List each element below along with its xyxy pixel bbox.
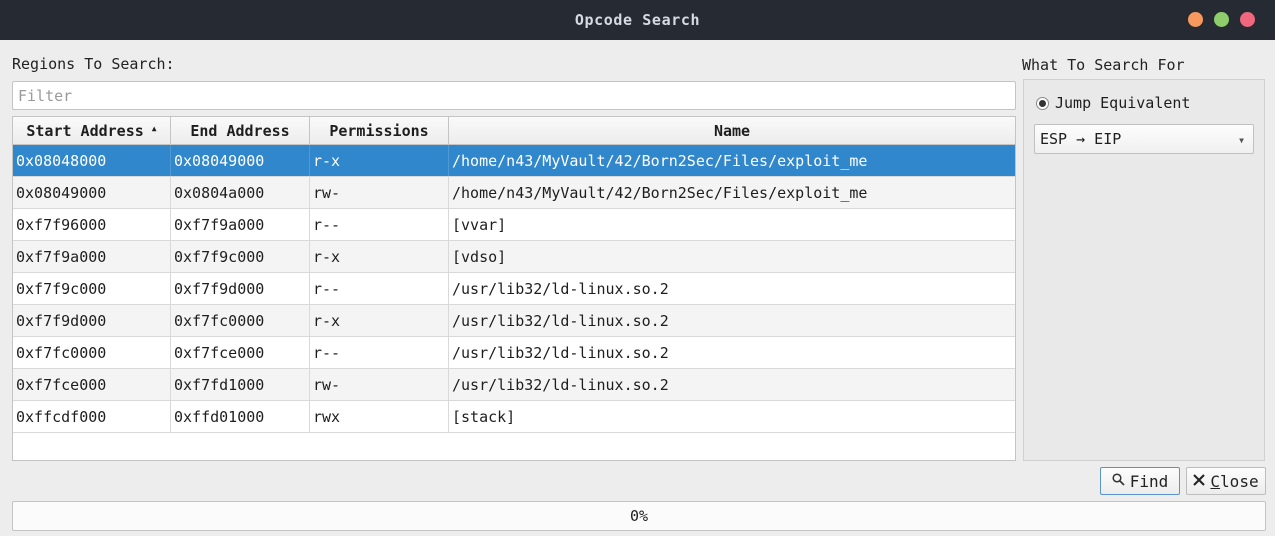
find-button[interactable]: Find — [1100, 467, 1180, 495]
permissions-cell: rw- — [310, 177, 449, 208]
name-cell: [vvar] — [452, 215, 507, 234]
close-icon — [1193, 472, 1206, 490]
progress-bar: 0% — [12, 501, 1266, 531]
window-title: Opcode Search — [574, 11, 701, 29]
end-address-cell: 0x08049000 — [171, 145, 310, 176]
search-icon — [1112, 472, 1125, 490]
table-row[interactable]: 0x08049000 0x0804a000 rw-/home/n43/MyVault… — [13, 177, 1015, 209]
start-address-cell: 0xf7fce000 — [13, 369, 171, 400]
start-address-cell: 0x08048000 — [13, 145, 171, 176]
filter-input[interactable] — [12, 81, 1016, 110]
table-body: 0x08048000 0x08049000 r-x/home/n43/MyVault… — [13, 145, 1015, 433]
permissions-cell: r-- — [310, 209, 449, 240]
permissions-cell: r-x — [310, 241, 449, 272]
radio-checked-indicator — [1039, 99, 1046, 107]
permissions-cell: r-- — [310, 337, 449, 368]
table-row[interactable]: 0xf7fce000 0xf7fd1000 rw-/usr/lib32/ld-lin… — [13, 369, 1015, 401]
permissions-cell: rw- — [310, 369, 449, 400]
end-address-cell: 0x0804a000 — [171, 177, 310, 208]
minimize-button[interactable] — [1188, 12, 1203, 27]
column-header-end-address[interactable]: End Address — [171, 117, 310, 144]
name-cell: /home/n43/MyVault/42/Born2Sec/Files/expl… — [452, 151, 868, 170]
name-cell: [stack] — [452, 407, 516, 426]
chevron-down-icon: ▼ — [1239, 136, 1244, 145]
table-row[interactable]: 0x08048000 0x08049000 r-x/home/n43/MyVault… — [13, 145, 1015, 177]
jump-equivalent-option[interactable]: Jump Equivalent — [1036, 94, 1190, 112]
table-row[interactable]: 0xf7f96000 0xf7f9a000 r-- [vvar] — [13, 209, 1015, 241]
search-for-label: What To Search For — [1022, 56, 1185, 74]
end-address-cell: 0xf7fc0000 — [171, 305, 310, 336]
close-window-button[interactable] — [1240, 12, 1255, 27]
register-combo[interactable]: ESP → EIP ▼ — [1034, 124, 1254, 154]
column-header-permissions[interactable]: Permissions — [310, 117, 449, 144]
start-address-cell: 0xf7f9c000 — [13, 273, 171, 304]
permissions-cell: rwx — [310, 401, 449, 432]
sort-ascending-icon: ▲ — [151, 124, 157, 133]
start-address-cell: 0xf7fc0000 — [13, 337, 171, 368]
name-cell: /home/n43/MyVault/42/Born2Sec/Files/expl… — [452, 183, 868, 202]
regions-label: Regions To Search: — [12, 55, 175, 73]
start-address-cell: 0xf7f96000 — [13, 209, 171, 240]
title-bar: Opcode Search — [0, 0, 1275, 40]
start-address-cell: 0xffcdf000 — [13, 401, 171, 432]
maximize-button[interactable] — [1214, 12, 1229, 27]
start-address-cell: 0xf7f9d000 — [13, 305, 171, 336]
name-cell: /usr/lib32/ld-linux.so.2 — [452, 279, 669, 298]
jump-equivalent-radio[interactable] — [1036, 96, 1049, 110]
close-button[interactable]: Close — [1186, 467, 1266, 495]
start-address-cell: 0x08049000 — [13, 177, 171, 208]
table-row[interactable]: 0xf7fc0000 0xf7fce000 r--/usr/lib32/ld-lin… — [13, 337, 1015, 369]
name-cell: [vdso] — [452, 247, 507, 266]
window-controls — [1188, 12, 1255, 27]
permissions-cell: r-- — [310, 273, 449, 304]
end-address-cell: 0xf7fce000 — [171, 337, 310, 368]
close-label: Close — [1210, 471, 1259, 491]
end-address-cell: 0xf7f9a000 — [171, 209, 310, 240]
table-header: Start Address ▲ End Address Permissions … — [13, 117, 1015, 145]
find-label: Find — [1129, 471, 1169, 491]
end-address-cell: 0xf7f9d000 — [171, 273, 310, 304]
end-address-cell: 0xf7f9c000 — [171, 241, 310, 272]
regions-table[interactable]: Start Address ▲ End Address Permissions … — [12, 116, 1016, 461]
register-combo-value: ESP → EIP — [1040, 130, 1122, 148]
permissions-cell: r-x — [310, 145, 449, 176]
table-row[interactable]: 0xf7f9d000 0xf7fc0000 r-x/usr/lib32/ld-lin… — [13, 305, 1015, 337]
progress-text: 0% — [629, 507, 649, 525]
end-address-cell: 0xf7fd1000 — [171, 369, 310, 400]
name-cell: /usr/lib32/ld-linux.so.2 — [452, 311, 669, 330]
search-options-panel: Jump Equivalent ESP → EIP ▼ — [1023, 79, 1265, 461]
column-header-name[interactable]: Name — [449, 117, 1015, 144]
column-header-start-address[interactable]: Start Address ▲ — [13, 117, 171, 144]
jump-equivalent-label: Jump Equivalent — [1055, 94, 1191, 112]
permissions-cell: r-x — [310, 305, 449, 336]
table-row[interactable]: 0xf7f9c000 0xf7f9d000 r--/usr/lib32/ld-lin… — [13, 273, 1015, 305]
table-row[interactable]: 0xffcdf000 0xffd01000 rwx [stack] — [13, 401, 1015, 433]
table-row[interactable]: 0xf7f9a000 0xf7f9c000 r-x [vdso] — [13, 241, 1015, 273]
end-address-cell: 0xffd01000 — [171, 401, 310, 432]
name-cell: /usr/lib32/ld-linux.so.2 — [452, 343, 669, 362]
name-cell: /usr/lib32/ld-linux.so.2 — [452, 375, 669, 394]
start-address-cell: 0xf7f9a000 — [13, 241, 171, 272]
